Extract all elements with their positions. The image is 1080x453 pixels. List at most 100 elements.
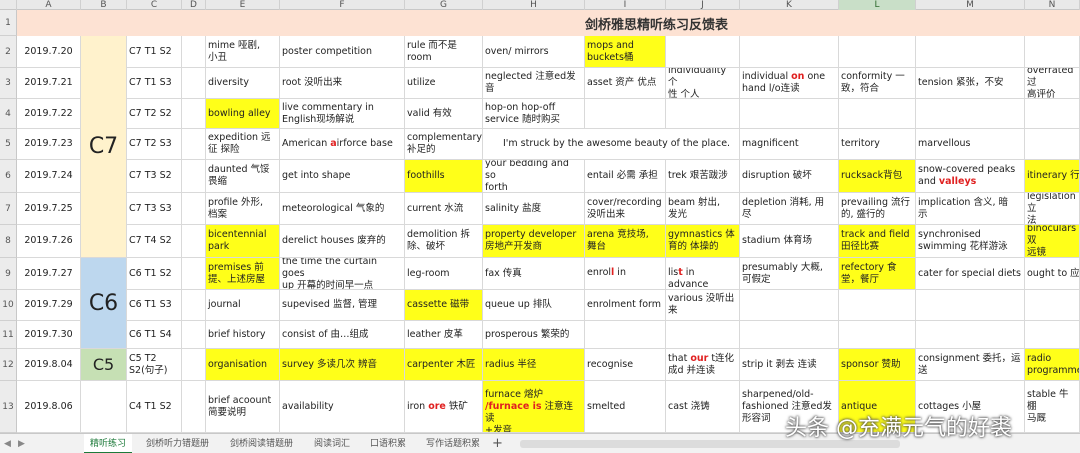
cell[interactable]: [1025, 36, 1080, 68]
cell[interactable]: individuality 个 性 个人: [666, 68, 740, 99]
cell[interactable]: [1025, 290, 1080, 321]
cell[interactable]: [182, 381, 206, 433]
cell[interactable]: prevailing 流行 的, 盛行的: [839, 193, 916, 225]
cell[interactable]: daunted 气馁 畏缩: [206, 160, 280, 193]
cell-highlighted[interactable]: rucksack背包: [839, 160, 916, 193]
cell[interactable]: [182, 258, 206, 290]
col-header-d[interactable]: D: [182, 0, 206, 10]
cell[interactable]: [182, 193, 206, 225]
test-cell[interactable]: C6 T1 S2: [127, 258, 182, 290]
cell[interactable]: ought to 应当: [1025, 258, 1080, 290]
cell[interactable]: rule 而不是 room: [405, 36, 483, 68]
cell[interactable]: journal: [206, 290, 280, 321]
row-header[interactable]: 6: [0, 160, 17, 193]
cell[interactable]: [182, 225, 206, 258]
cell[interactable]: [182, 349, 206, 381]
tab-next-icon[interactable]: ▶: [18, 434, 25, 453]
cell[interactable]: [740, 99, 839, 129]
cell[interactable]: cast 浇铸: [666, 381, 740, 433]
test-cell[interactable]: C6 T1 S3: [127, 290, 182, 321]
cell-highlighted[interactable]: radius 半径: [483, 349, 585, 381]
cell[interactable]: [1025, 99, 1080, 129]
cell-highlighted[interactable]: foothills: [405, 160, 483, 193]
test-cell[interactable]: C7 T4 S2: [127, 225, 182, 258]
row-header[interactable]: 9: [0, 258, 17, 290]
cell[interactable]: leather 皮革: [405, 321, 483, 349]
cell[interactable]: poster competition: [280, 36, 405, 68]
cell[interactable]: entail 必需 承担: [585, 160, 666, 193]
cell[interactable]: [81, 381, 127, 433]
cell[interactable]: [182, 36, 206, 68]
cell[interactable]: [839, 36, 916, 68]
cell-highlighted[interactable]: cassette 磁带: [405, 290, 483, 321]
col-header-n[interactable]: N: [1025, 0, 1080, 10]
cell[interactable]: disruption 破坏: [740, 160, 839, 193]
cell-highlighted[interactable]: gymnastics 体 育的 体操的: [666, 225, 740, 258]
row-header[interactable]: 3: [0, 68, 17, 99]
cell-highlighted[interactable]: mops and buckets桶: [585, 36, 666, 68]
cell[interactable]: valid 有效: [405, 99, 483, 129]
cell[interactable]: American airforce base: [280, 129, 405, 160]
select-all-corner[interactable]: [0, 0, 17, 10]
cell[interactable]: implication 含义, 暗 示: [916, 193, 1025, 225]
cell[interactable]: territory: [839, 129, 916, 160]
date-cell[interactable]: 2019.7.21: [17, 68, 81, 99]
cell[interactable]: [1025, 321, 1080, 349]
test-cell[interactable]: C5 T2 S2(句子): [127, 349, 182, 381]
cell-highlighted[interactable]: furnace 熔炉 /furnace is 注意连读 +发音: [483, 381, 585, 433]
cell[interactable]: consignment 委托，运 送: [916, 349, 1025, 381]
cell[interactable]: recognise: [585, 349, 666, 381]
row-header[interactable]: 5: [0, 129, 17, 160]
cell[interactable]: [916, 36, 1025, 68]
cell[interactable]: [182, 290, 206, 321]
cell-highlighted[interactable]: bowling alley: [206, 99, 280, 129]
cell[interactable]: smelted: [585, 381, 666, 433]
cell[interactable]: [585, 321, 666, 349]
col-header-a[interactable]: A: [17, 0, 81, 10]
col-header-k[interactable]: K: [740, 0, 839, 10]
tab-speaking[interactable]: 口语积累: [364, 434, 412, 453]
cell[interactable]: live commentary in English现场解说: [280, 99, 405, 129]
cell-highlighted[interactable]: carpenter 木匠: [405, 349, 483, 381]
cell[interactable]: diversity: [206, 68, 280, 99]
cell[interactable]: derelict houses 废弃的: [280, 225, 405, 258]
tab-reading-vocab[interactable]: 阅读词汇: [308, 434, 356, 453]
col-header-e[interactable]: E: [206, 0, 280, 10]
cell[interactable]: [839, 321, 916, 349]
test-cell[interactable]: C7 T3 S2: [127, 160, 182, 193]
cell[interactable]: synchronised swimming 花样游泳: [916, 225, 1025, 258]
row-header[interactable]: 11: [0, 321, 17, 349]
test-cell[interactable]: C6 T1 S4: [127, 321, 182, 349]
col-header-c[interactable]: C: [127, 0, 182, 10]
col-header-b[interactable]: B: [81, 0, 127, 10]
cell[interactable]: [585, 99, 666, 129]
col-header-j[interactable]: J: [666, 0, 740, 10]
cell-merged[interactable]: I'm struck by the awesome beauty of the …: [483, 129, 740, 160]
cell-highlighted[interactable]: property developer 房地产开发商: [483, 225, 585, 258]
cell[interactable]: [916, 321, 1025, 349]
tab-listening-errors[interactable]: 剑桥听力错题册: [140, 434, 215, 453]
test-cell[interactable]: C7 T2 S2: [127, 99, 182, 129]
col-header-m[interactable]: M: [916, 0, 1025, 10]
date-cell[interactable]: 2019.7.27: [17, 258, 81, 290]
cell-highlighted[interactable]: sponsor 赞助: [839, 349, 916, 381]
cell[interactable]: fax 传真: [483, 258, 585, 290]
row-header[interactable]: 7: [0, 193, 17, 225]
cell[interactable]: strip it 剥去 连读: [740, 349, 839, 381]
cell[interactable]: cover/recording 没听出来: [585, 193, 666, 225]
cell[interactable]: individual on one hand l/o连读: [740, 68, 839, 99]
cell[interactable]: [916, 99, 1025, 129]
cell[interactable]: [1025, 129, 1080, 160]
cell[interactable]: [182, 99, 206, 129]
cell[interactable]: utilize: [405, 68, 483, 99]
cell[interactable]: [666, 36, 740, 68]
cell[interactable]: beam 射出, 发光: [666, 193, 740, 225]
date-cell[interactable]: 2019.8.06: [17, 381, 81, 433]
cell[interactable]: legislation 立 法: [1025, 193, 1080, 225]
date-cell[interactable]: 2019.7.29: [17, 290, 81, 321]
test-cell[interactable]: C7 T3 S3: [127, 193, 182, 225]
cell[interactable]: current 水流: [405, 193, 483, 225]
cell[interactable]: complementary 补足的: [405, 129, 483, 160]
cell[interactable]: enroll in: [585, 258, 666, 290]
date-cell[interactable]: 2019.7.23: [17, 129, 81, 160]
